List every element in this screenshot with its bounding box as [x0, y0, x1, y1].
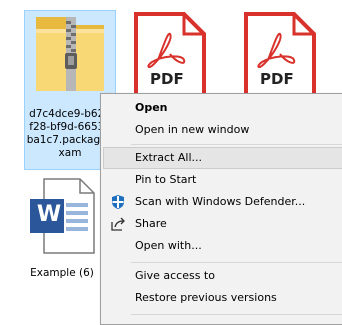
menu-item-extract-all[interactable]: Extract All...: [103, 147, 342, 169]
menu-item-open-with[interactable]: Open with...: [103, 235, 342, 257]
menu-item-pin-to-start[interactable]: Pin to Start: [103, 169, 342, 191]
menu-item-label: Open: [135, 101, 168, 114]
menu-item-label: Extract All...: [135, 151, 203, 164]
pdf-badge-1: PDF: [150, 70, 184, 88]
menu-item-label: Pin to Start: [135, 173, 197, 186]
menu-item-label: Open in new window: [135, 123, 250, 136]
menu-item-open-new-window[interactable]: Open in new window: [103, 119, 342, 141]
menu-item-label: Give access to: [135, 269, 215, 282]
menu-item-label: Restore previous versions: [135, 291, 277, 304]
defender-shield-icon: [112, 195, 124, 209]
menu-item-share[interactable]: Share: [103, 213, 342, 235]
word-badge: W: [36, 202, 62, 227]
menu-item-restore-versions[interactable]: Restore previous versions: [103, 287, 342, 309]
word-file-item[interactable]: W Example (6): [20, 175, 104, 287]
menu-item-label: Scan with Windows Defender...: [135, 195, 306, 208]
context-menu: Open Open in new window Extract All... P…: [100, 93, 342, 325]
zip-folder-icon: [36, 17, 104, 91]
share-icon: [111, 217, 125, 231]
menu-item-open[interactable]: Open: [103, 97, 342, 119]
pdf-file-item-2[interactable]: PDF: [240, 8, 320, 96]
pdf-badge-2: PDF: [260, 70, 294, 88]
pdf-file-item-1[interactable]: PDF: [130, 8, 210, 96]
menu-separator: [131, 144, 342, 145]
menu-item-give-access[interactable]: Give access to: [103, 265, 342, 287]
menu-item-label: Open with...: [135, 239, 202, 252]
menu-item-label: Share: [135, 217, 167, 230]
menu-separator: [131, 262, 342, 263]
word-file-label: Example (6): [30, 267, 94, 279]
menu-separator: [131, 314, 342, 315]
menu-item-scan-defender[interactable]: Scan with Windows Defender...: [103, 191, 342, 213]
